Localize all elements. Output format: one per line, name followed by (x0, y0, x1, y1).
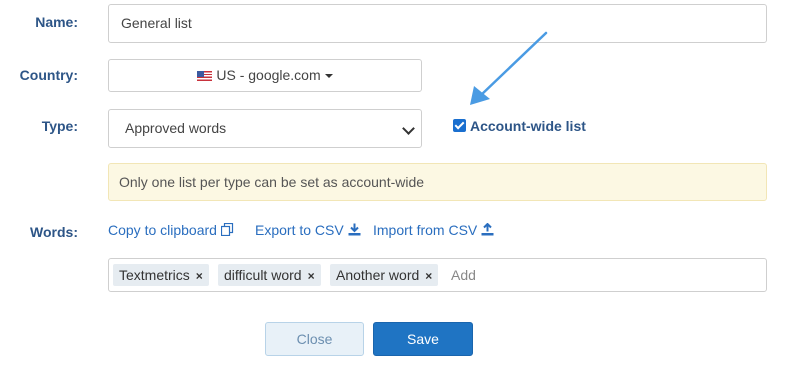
words-tag-input[interactable]: Textmetrics × difficult word × Another wor… (108, 258, 767, 292)
type-select-value: Approved words (125, 120, 227, 136)
upload-icon (481, 222, 494, 239)
copy-to-clipboard-link[interactable]: Copy to clipboard (108, 222, 234, 239)
copy-link-label: Copy to clipboard (108, 222, 217, 238)
account-wide-notice: Only one list per type can be set as acc… (108, 163, 767, 201)
import-csv-link[interactable]: Import from CSV (373, 222, 494, 239)
chevron-down-icon (402, 122, 415, 135)
tag-add-input[interactable]: Add (451, 267, 476, 283)
tag-chip: Another word × (330, 264, 439, 286)
us-flag-icon (197, 71, 213, 81)
tag-label: Another word (336, 267, 420, 283)
tag-label: difficult word (224, 267, 302, 283)
caret-down-icon (324, 74, 333, 78)
close-button[interactable]: Close (265, 322, 364, 356)
tag-remove-icon[interactable]: × (425, 269, 432, 283)
name-input-value: General list (121, 15, 192, 31)
country-label: Country: (19, 67, 78, 83)
download-icon (348, 223, 361, 239)
tag-remove-icon[interactable]: × (196, 269, 203, 283)
export-link-label: Export to CSV (255, 222, 344, 238)
save-button[interactable]: Save (373, 322, 473, 356)
tag-chip: difficult word × (218, 264, 321, 286)
tag-remove-icon[interactable]: × (308, 269, 315, 283)
words-label: Words: (30, 224, 78, 240)
copy-icon (220, 222, 234, 239)
import-link-label: Import from CSV (373, 222, 478, 238)
type-label: Type: (41, 118, 78, 134)
account-wide-label[interactable]: Account-wide list (470, 118, 586, 134)
name-input[interactable]: General list (108, 4, 767, 43)
type-select[interactable]: Approved words (108, 109, 422, 148)
account-wide-checkbox[interactable] (453, 119, 466, 132)
country-dropdown[interactable]: US - google.com (108, 59, 422, 92)
name-label: Name: (35, 14, 78, 30)
tag-label: Textmetrics (119, 267, 190, 283)
export-csv-link[interactable]: Export to CSV (255, 222, 361, 239)
country-value: US - google.com (216, 67, 321, 83)
tag-chip: Textmetrics × (113, 264, 209, 286)
